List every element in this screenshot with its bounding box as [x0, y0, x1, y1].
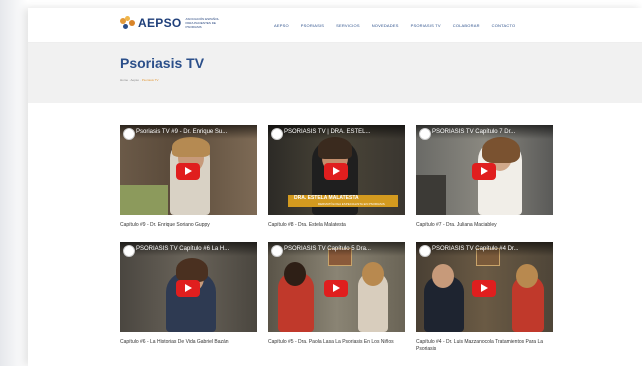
- channel-logo-icon: [123, 128, 135, 140]
- logo-icon: [120, 16, 136, 30]
- video-caption[interactable]: Capítulo #7 - Dra. Juliana Maciabley: [416, 222, 556, 229]
- logo-subtitle: ASOCIACIÓN ESPAÑOL PARA PACIENTES DE PSO…: [185, 17, 220, 29]
- play-button-icon[interactable]: [324, 163, 348, 180]
- video-caption[interactable]: Capítulo #5 - Dra. Paola Lasa La Psorias…: [268, 339, 408, 346]
- site-logo[interactable]: AEPSO ASOCIACIÓN ESPAÑOL PARA PACIENTES …: [120, 16, 226, 30]
- nav-item-contacto[interactable]: CONTACTO: [492, 23, 516, 28]
- nav-item-aepso[interactable]: AEPSO: [274, 23, 289, 28]
- video-title: PSORIASIS TV Capítulo 7 Dr...: [432, 129, 516, 135]
- nav-item-servicios[interactable]: SERVICIOS: [336, 23, 360, 28]
- channel-logo-icon: [271, 128, 283, 140]
- video-title: PSORIASIS TV Capítulo #4 Dr...: [432, 246, 519, 252]
- channel-logo-icon: [123, 245, 135, 257]
- channel-logo-icon: [271, 245, 283, 257]
- video-thumbnail[interactable]: PSORIASIS TV Capítulo #4 Dr...: [416, 242, 553, 332]
- play-button-icon[interactable]: [324, 280, 348, 297]
- play-button-icon[interactable]: [472, 280, 496, 297]
- video-caption[interactable]: Capítulo #9 - Dr. Enrique Soriano Guppy: [120, 222, 260, 229]
- video-thumbnail[interactable]: Psoriasis TV #9 - Dr. Enrique Su...: [120, 125, 257, 215]
- site-header: AEPSO ASOCIACIÓN ESPAÑOL PARA PACIENTES …: [28, 8, 642, 43]
- video-thumbnail[interactable]: PSORIASIS TV Capítulo 5 Dra...: [268, 242, 405, 332]
- nav-item-psoriasis-tv[interactable]: PSORIASIS TV: [411, 23, 441, 28]
- logo-text: AEPSO: [138, 16, 182, 30]
- main-nav: AEPSO PSORIASIS SERVICIOS NOVEDADES PSOR…: [274, 23, 527, 28]
- play-button-icon[interactable]: [176, 163, 200, 180]
- play-button-icon[interactable]: [176, 280, 200, 297]
- video-thumbnail[interactable]: PSORIASIS TV Capítulo #6 La H...: [120, 242, 257, 332]
- page-banner: Psoriasis TV Home · Aepso · Psoriasis TV: [28, 43, 642, 103]
- breadcrumb-home[interactable]: Home: [120, 78, 128, 82]
- nav-item-novedades[interactable]: NOVEDADES: [372, 23, 399, 28]
- lower-third-name: DRA. ESTELA MALATESTA: [294, 195, 359, 201]
- video-thumbnail[interactable]: PSORIASIS TV | DRA. ESTEL... DRA. ESTELA…: [268, 125, 405, 215]
- channel-logo-icon: [419, 128, 431, 140]
- lower-third-sub: DERMATÓLOGA ESPECIALISTA EN PSORIASIS: [318, 202, 385, 206]
- breadcrumb: Home · Aepso · Psoriasis TV: [120, 78, 159, 82]
- page-title: Psoriasis TV: [120, 55, 205, 71]
- nav-item-colaborar[interactable]: COLABORAR: [453, 23, 480, 28]
- channel-logo-icon: [419, 245, 431, 257]
- video-title: PSORIASIS TV | DRA. ESTEL...: [284, 129, 371, 135]
- video-title: PSORIASIS TV Capítulo 5 Dra...: [284, 246, 371, 252]
- left-shadow: [0, 0, 28, 366]
- video-caption[interactable]: Capítulo #8 - Dra. Estela Malatesta: [268, 222, 408, 229]
- breadcrumb-current: Psoriasis TV: [141, 78, 159, 82]
- video-caption[interactable]: Capítulo #4 - Dr. Luis Mazzanocola Trata…: [416, 339, 556, 353]
- video-caption[interactable]: Capítulo #6 - La Historias De Vida Gabri…: [120, 339, 260, 346]
- nav-item-psoriasis[interactable]: PSORIASIS: [301, 23, 324, 28]
- video-title: PSORIASIS TV Capítulo #6 La H...: [136, 246, 230, 252]
- video-thumbnail[interactable]: PSORIASIS TV Capítulo 7 Dr...: [416, 125, 553, 215]
- video-title: Psoriasis TV #9 - Dr. Enrique Su...: [136, 129, 228, 135]
- lower-third: DRA. ESTELA MALATESTA DERMATÓLOGA ESPECI…: [288, 195, 398, 207]
- play-button-icon[interactable]: [472, 163, 496, 180]
- breadcrumb-aepso[interactable]: Aepso: [131, 78, 140, 82]
- page-frame: AEPSO ASOCIACIÓN ESPAÑOL PARA PACIENTES …: [28, 8, 642, 366]
